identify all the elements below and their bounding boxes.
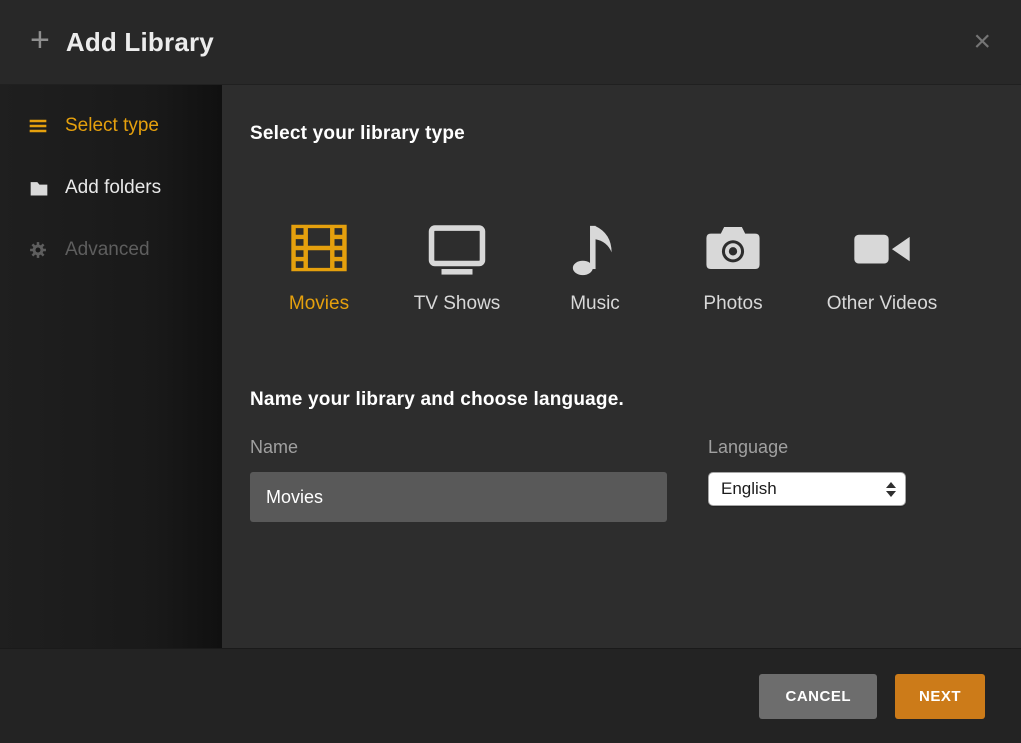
library-type-other-videos[interactable]: Other Videos — [802, 207, 962, 315]
library-type-movies[interactable]: Movies — [250, 207, 388, 315]
sidebar-item-select-type[interactable]: Select type — [0, 95, 222, 157]
library-type-label: Movies — [289, 293, 349, 315]
name-label: Name — [250, 437, 667, 458]
sidebar: Select type Add folders — [0, 85, 222, 648]
library-fields: Name Language English — [250, 437, 1021, 522]
video-camera-icon — [851, 207, 913, 279]
library-type-list: Movies TV Shows — [250, 207, 1021, 315]
cancel-button[interactable]: CANCEL — [759, 674, 877, 719]
language-select[interactable]: English — [708, 472, 906, 506]
dialog-body: Select type Add folders — [0, 85, 1021, 648]
library-type-music[interactable]: Music — [526, 207, 664, 315]
camera-icon — [702, 207, 764, 279]
dialog-header: + Add Library × — [0, 0, 1021, 85]
name-section-title: Name your library and choose language. — [250, 389, 1021, 411]
sidebar-item-label: Advanced — [65, 239, 150, 261]
language-label: Language — [708, 437, 906, 458]
gear-icon — [28, 240, 52, 260]
dialog-title: Add Library — [66, 27, 214, 58]
sidebar-item-advanced[interactable]: Advanced — [0, 219, 222, 281]
library-type-label: Photos — [703, 293, 762, 315]
film-icon — [288, 207, 350, 279]
library-type-label: Other Videos — [827, 293, 938, 315]
sidebar-item-label: Select type — [65, 115, 159, 137]
language-field-group: Language English — [708, 437, 906, 522]
main-content: Select your library type Movies — [222, 85, 1021, 648]
library-type-label: TV Shows — [414, 293, 501, 315]
sidebar-item-label: Add folders — [65, 177, 161, 199]
add-library-dialog: + Add Library × Select type — [0, 0, 1021, 743]
library-type-label: Music — [570, 293, 620, 315]
library-type-photos[interactable]: Photos — [664, 207, 802, 315]
dialog-footer: CANCEL NEXT — [0, 648, 1021, 743]
list-lines-icon — [28, 116, 52, 136]
plus-icon: + — [30, 23, 50, 57]
tv-icon — [426, 207, 488, 279]
music-note-icon — [564, 207, 626, 279]
type-section-title: Select your library type — [250, 123, 1021, 145]
sidebar-item-add-folders[interactable]: Add folders — [0, 157, 222, 219]
name-field-group: Name — [250, 437, 667, 522]
close-icon[interactable]: × — [973, 27, 991, 57]
next-button[interactable]: NEXT — [895, 674, 985, 719]
library-type-tv-shows[interactable]: TV Shows — [388, 207, 526, 315]
select-arrows-icon — [886, 482, 905, 497]
language-select-value: English — [721, 479, 777, 499]
library-name-input[interactable] — [250, 472, 667, 522]
folder-icon — [28, 178, 52, 198]
